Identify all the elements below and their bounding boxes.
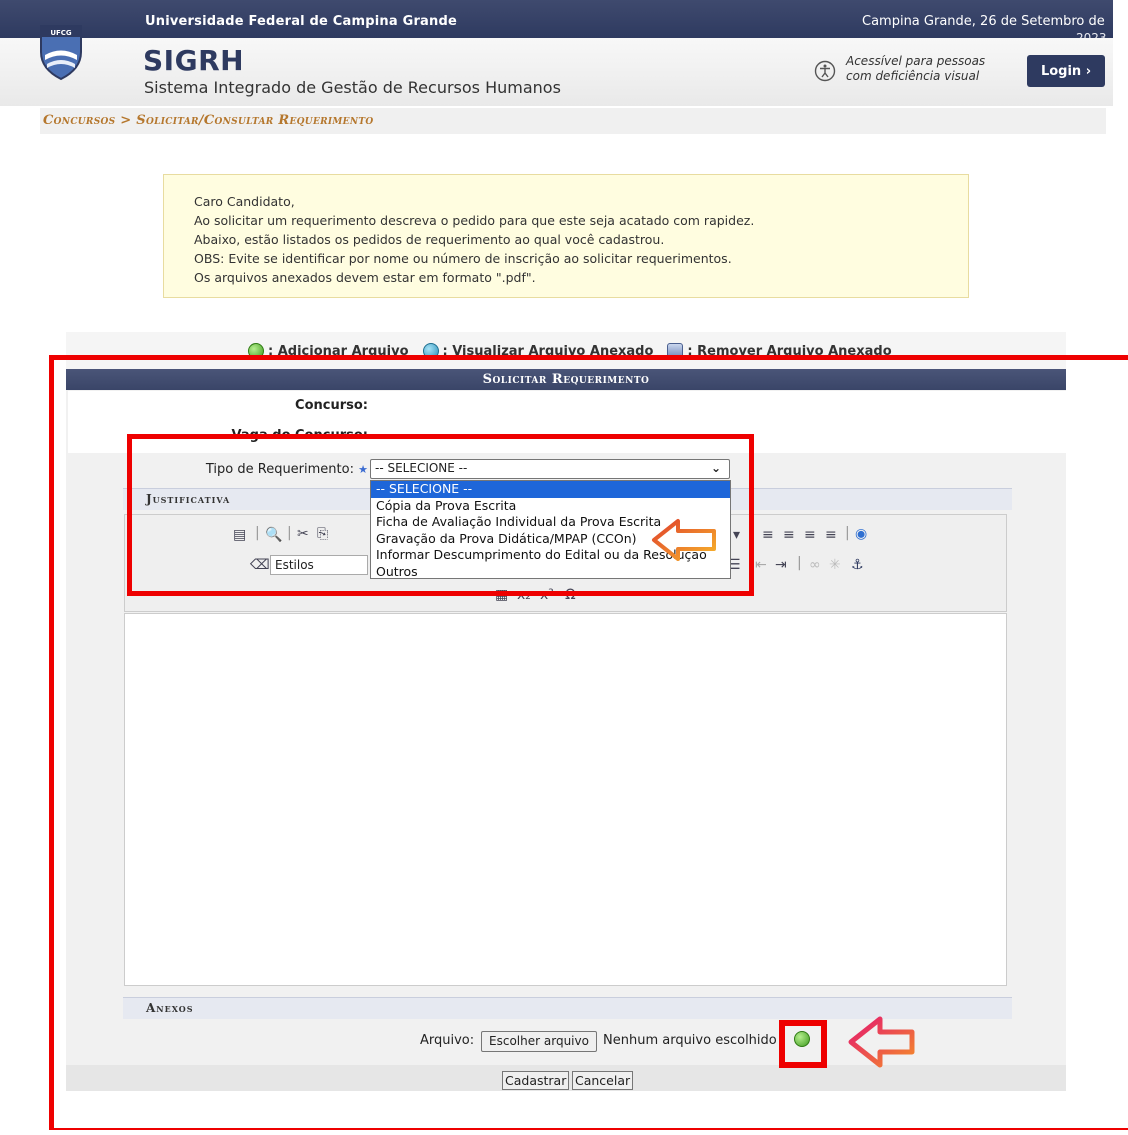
notice-line: Ao solicitar um requerimento descreva o … — [194, 213, 755, 228]
orange-arrow-icon — [652, 519, 716, 561]
date-text: Campina Grande, 26 de Setembro de — [862, 14, 1105, 29]
logo-text: UFCG — [50, 29, 72, 37]
annotation-add-file-highlight — [779, 1020, 827, 1068]
university-name: Universidade Federal de Campina Grande — [145, 14, 458, 29]
notice-box: Caro Candidato, Ao solicitar um requerim… — [163, 174, 969, 298]
notice-line: Os arquivos anexados devem estar em form… — [194, 270, 536, 285]
pink-arrow-icon — [848, 1016, 915, 1068]
accessibility-icon[interactable] — [814, 60, 836, 82]
notice-line: Caro Candidato, — [194, 194, 295, 209]
system-title: SIGRH — [143, 44, 245, 77]
annotation-select-highlight — [127, 434, 754, 596]
ufcg-logo: UFCG — [40, 25, 82, 81]
login-button[interactable]: Login › — [1027, 55, 1105, 87]
notice-line: Abaixo, estão listados os pedidos de req… — [194, 232, 665, 247]
accessibility-link[interactable]: Acessível para pessoas com deficiência v… — [846, 54, 985, 84]
accessibility-line2: com deficiência visual — [846, 69, 980, 83]
breadcrumb: Concursos > Solicitar/Consultar Requerim… — [43, 113, 374, 128]
accessibility-line1: Acessível para pessoas — [846, 54, 986, 68]
system-subtitle: Sistema Integrado de Gestão de Recursos … — [144, 78, 561, 97]
notice-line: OBS: Evite se identificar por nome ou nú… — [194, 251, 732, 266]
